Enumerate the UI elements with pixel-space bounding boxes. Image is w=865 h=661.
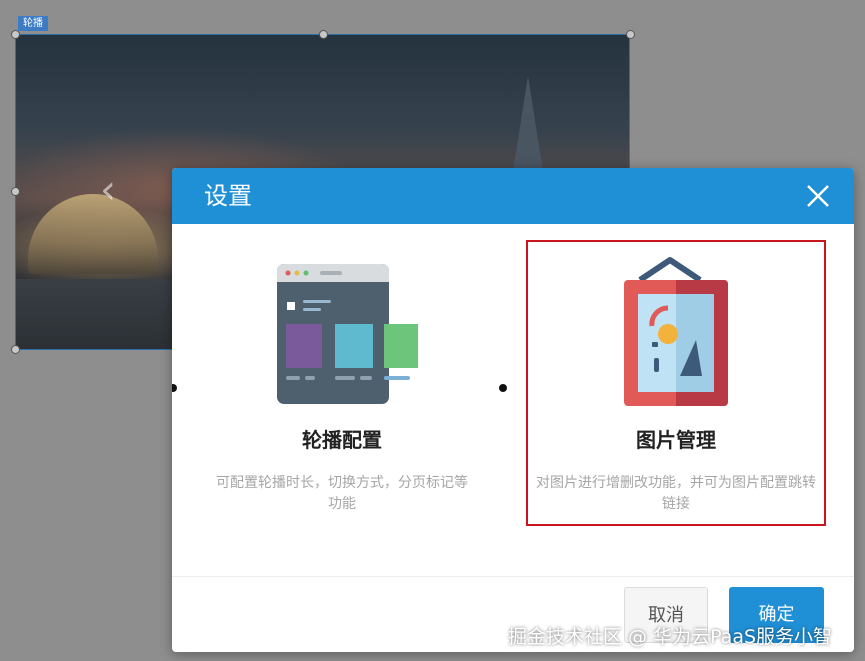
picture-frame-icon: [624, 257, 728, 406]
option-title: 轮播配置: [302, 428, 382, 452]
resize-handle[interactable]: [11, 187, 20, 196]
close-icon[interactable]: [804, 182, 832, 210]
connector-dot: [499, 384, 507, 392]
option-description: 可配置轮播时长，切换方式，分页标记等功能: [216, 475, 468, 512]
resize-handle[interactable]: [11, 30, 20, 39]
carousel-config-icon: [277, 264, 418, 404]
dialog-title: 设置: [204, 182, 252, 210]
option-description: 对图片进行增删改功能，并可为图片配置跳转链接: [536, 475, 816, 512]
resize-handle[interactable]: [11, 345, 20, 354]
watermark: 掘金技术社区 @ 华为云PaaS服务小智: [508, 626, 833, 648]
connector-dot: [172, 384, 177, 392]
resize-handle[interactable]: [626, 30, 635, 39]
carousel-config-option[interactable]: 轮播配置 可配置轮播时长，切换方式，分页标记等功能: [192, 240, 492, 526]
option-title: 图片管理: [636, 428, 716, 452]
component-tag: 轮播: [18, 16, 48, 31]
settings-dialog: 设置 轮播配置 可配置轮播时长，切换方式，分页标记等功能 图片管理 对图片进行增…: [172, 168, 854, 652]
option-list: 轮播配置 可配置轮播时长，切换方式，分页标记等功能 图片管理 对图片进行增删改功…: [172, 224, 854, 576]
image-management-option[interactable]: 图片管理 对图片进行增删改功能，并可为图片配置跳转链接: [526, 240, 826, 526]
dialog-header: 设置: [172, 168, 854, 224]
resize-handle[interactable]: [319, 30, 328, 39]
